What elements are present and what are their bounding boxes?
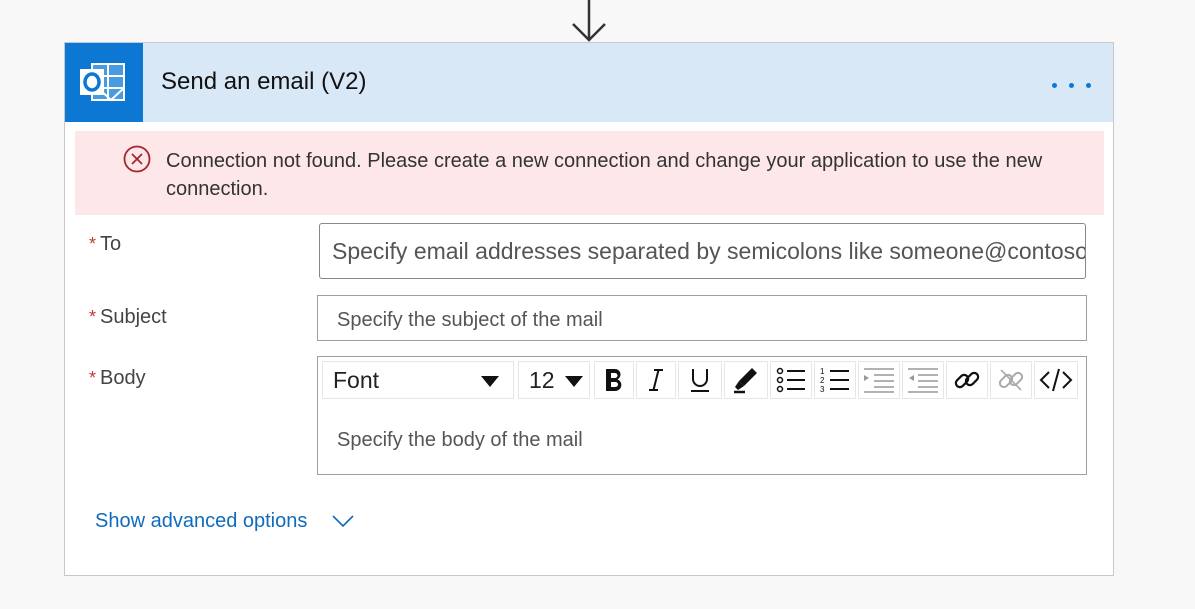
font-dropdown[interactable]: Font [322,361,514,399]
italic-button[interactable] [636,361,676,399]
increase-indent-icon [908,368,938,393]
error-circle-icon [123,145,151,173]
highlight-button[interactable] [724,361,768,399]
bulleted-list-button[interactable] [770,361,812,399]
more-dot-icon [1086,83,1091,88]
bold-button[interactable] [594,361,634,399]
font-size-dropdown[interactable]: 12 [518,361,590,399]
more-options-button[interactable] [1047,65,1103,101]
body-input-placeholder[interactable]: Specify the body of the mail [337,429,583,452]
body-label-text: Body [100,367,146,389]
chevron-down-icon[interactable] [331,514,355,528]
numbered-list-icon: 123 [820,367,849,393]
card-header[interactable]: Send an email (V2) [65,43,1113,122]
font-size-value: 12 [529,366,555,393]
flow-arrow-down-icon [572,0,606,42]
highlight-icon [734,368,757,394]
more-dot-icon [1069,83,1074,88]
card-title: Send an email (V2) [161,68,367,95]
required-marker: * [89,368,97,388]
caret-down-icon [565,376,583,387]
remove-link-button[interactable] [990,361,1032,399]
subject-label: * Subject [89,306,167,329]
subject-input[interactable]: Specify the subject of the mail [317,295,1087,341]
bold-icon [606,369,622,391]
outlook-icon [65,43,143,122]
caret-down-icon [481,376,499,387]
insert-link-button[interactable] [946,361,988,399]
numbered-list-button[interactable]: 123 [814,361,856,399]
required-marker: * [89,234,97,254]
code-view-button[interactable] [1034,361,1078,399]
font-value: Font [333,366,380,393]
more-dot-icon [1052,83,1057,88]
svg-text:1: 1 [820,367,825,376]
decrease-indent-button[interactable] [858,361,900,399]
italic-icon [649,369,663,391]
body-editor: Font 12 123 Specify the body of the mail [317,356,1087,475]
unlink-icon [998,369,1024,391]
rich-text-toolbar: Font 12 123 [322,361,1082,399]
link-icon [954,371,980,389]
increase-indent-button[interactable] [902,361,944,399]
connection-error-banner: Connection not found. Please create a ne… [75,131,1104,215]
underline-button[interactable] [678,361,722,399]
bulleted-list-icon [776,367,805,393]
subject-label-text: Subject [100,306,167,328]
underline-icon [691,369,709,392]
code-view-icon [1039,368,1073,392]
show-advanced-options-link[interactable]: Show advanced options [95,510,307,533]
decrease-indent-icon [864,368,894,393]
to-label-text: To [100,233,122,255]
required-marker: * [89,307,97,327]
to-input[interactable]: Specify email addresses separated by sem… [319,223,1086,279]
svg-text:2: 2 [820,376,825,385]
send-email-action-card: Send an email (V2) Connection not found.… [64,42,1114,576]
body-label: * Body [89,367,146,390]
to-label: * To [89,233,121,256]
error-message: Connection not found. Please create a ne… [166,150,1043,200]
svg-text:3: 3 [820,385,825,393]
